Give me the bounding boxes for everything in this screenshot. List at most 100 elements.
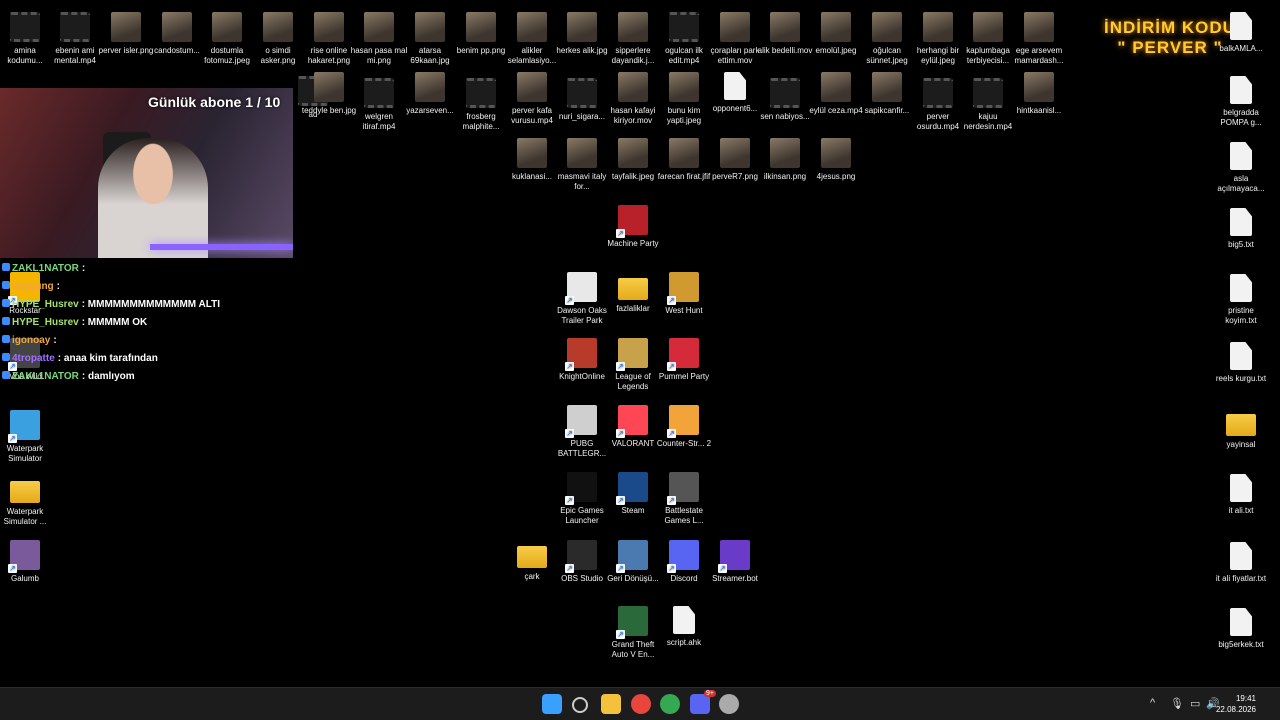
clock-time: 19:41	[1235, 694, 1256, 703]
app-shortcut-icon	[8, 540, 40, 573]
desktop-icon[interactable]: tayfalik.jpeg	[604, 138, 662, 182]
chrome-taskbar-icon[interactable]	[631, 694, 651, 714]
desktop-icon-label: nuri_sigara...	[558, 112, 606, 121]
folder-icon	[10, 481, 40, 503]
desktop-icon[interactable]: Streamer.bot	[706, 540, 764, 584]
taskbar-clock[interactable]: 19:41 22.08.2026	[1216, 693, 1256, 715]
start-taskbar-icon[interactable]	[542, 694, 562, 714]
app-shortcut-icon	[565, 472, 597, 505]
desktop-icon[interactable]: frosberg malphite...	[452, 78, 510, 132]
desktop-icon[interactable]: Waterpark Simulator ...	[0, 475, 54, 527]
desktop-icon[interactable]: nuri_sigara...	[553, 78, 611, 122]
text-file-icon	[1230, 274, 1252, 302]
image-thumbnail-icon	[517, 138, 547, 168]
desktop-icon[interactable]: ege arsevem mamardash...	[1010, 12, 1068, 66]
desktop-icon[interactable]: herkes alik.jpg	[553, 12, 611, 56]
desktop-icon[interactable]: kaplumbaga terbiyecisi...	[959, 12, 1017, 66]
desktop-icon[interactable]: yayinsal	[1212, 408, 1270, 450]
tray-chevron-icon[interactable]: ^	[1150, 697, 1155, 709]
desktop-icon[interactable]: eylül ceza.mp4	[807, 72, 865, 116]
chat-text: :	[56, 281, 61, 292]
chat-username: HYPE_Husrev	[12, 317, 79, 328]
desktop-icon[interactable]: big5erkek.txt	[1212, 608, 1270, 650]
desktop-icon[interactable]: big5.txt	[1212, 208, 1270, 250]
discord-taskbar-icon[interactable]: 9+	[690, 690, 716, 714]
desktop-icon[interactable]: 4jesus.png	[807, 138, 865, 182]
desktop-icon[interactable]: yazarseven...	[401, 72, 459, 116]
chat-username: 4tropatte	[12, 353, 55, 364]
desktop-icon[interactable]: Grand Theft Auto V En...	[604, 606, 662, 660]
desktop-icon-label: Waterpark Simulator	[6, 444, 44, 463]
desktop-icon[interactable]: PUBG BATTLEGR...	[553, 405, 611, 459]
desktop-icon[interactable]: dostumla fotomuz.jpeg	[198, 12, 256, 66]
desktop-icon-label: perver isler.png	[98, 46, 154, 55]
desktop-icon[interactable]: kajuu nerdesin.mp4	[959, 78, 1017, 132]
image-thumbnail-icon	[212, 12, 242, 42]
desktop-icon[interactable]: Machine Party	[604, 205, 662, 249]
desktop-icon[interactable]: hasan pasa mal mi.png	[350, 12, 408, 66]
desktop-icon[interactable]: benim pp.png	[452, 12, 510, 56]
desktop-icon[interactable]: Counter-Str... 2	[655, 405, 713, 449]
desktop-icon[interactable]: KnightOnline	[553, 338, 611, 382]
chrome-2-taskbar-icon[interactable]	[660, 694, 680, 714]
desktop-icon[interactable]: alik bedelli.mov	[756, 12, 814, 56]
desktop-icon[interactable]: sen nabiyos...	[756, 78, 814, 122]
desktop-icon-label: frosberg malphite...	[462, 112, 500, 131]
desktop-icon[interactable]: ebenin ami mental.mp4	[46, 12, 104, 66]
desktop-icon[interactable]: Steam	[604, 472, 662, 516]
desktop-icon[interactable]: masmavi italy for...	[553, 138, 611, 192]
desktop-icon[interactable]: sapikcanfir...	[858, 72, 916, 116]
desktop-icon-label: balkAMLA...	[1219, 44, 1263, 53]
desktop-icon[interactable]: asla açılmayaca...	[1212, 142, 1270, 194]
desktop-icon[interactable]: OBS Studio	[553, 540, 611, 584]
desktop-icon-label: welgren itiraf.mp4	[362, 112, 396, 131]
desktop-icon[interactable]: perver isler.png	[97, 12, 155, 56]
desktop-icon[interactable]: bunu kim yapti.jpeg	[655, 72, 713, 126]
desktop-icon[interactable]: emolül.jpeg	[807, 12, 865, 56]
desktop-icon[interactable]: hintkaanisl...	[1010, 72, 1068, 116]
desktop-icon[interactable]: atarsa 69kaan.jpg	[401, 12, 459, 66]
desktop-icon[interactable]: reels kurgu.txt	[1212, 342, 1270, 384]
desktop-icon[interactable]: oğulcan sünnet.jpeg	[858, 12, 916, 66]
video-file-icon	[923, 78, 953, 108]
desktop-icon[interactable]: Pummel Party	[655, 338, 713, 382]
network-icon[interactable]: ▭	[1190, 697, 1200, 710]
microphone-icon[interactable]: 🎙	[1170, 697, 1184, 710]
folder-icon	[618, 278, 648, 300]
desktop-icon[interactable]: Battlestate Games L...	[655, 472, 713, 526]
desktop-icon[interactable]: pristine koyim.txt	[1212, 274, 1270, 326]
image-thumbnail-icon	[923, 12, 953, 42]
desktop-icon[interactable]: o simdi asker.png	[249, 12, 307, 66]
desktop-icon[interactable]: VALORANT	[604, 405, 662, 449]
desktop-icon[interactable]: ogulcan ilk edit.mp4	[655, 12, 713, 66]
desktop-icon[interactable]: script.ahk	[655, 606, 713, 648]
explorer-taskbar-icon[interactable]	[601, 694, 621, 714]
text-file-icon	[1230, 542, 1252, 570]
desktop-icon[interactable]: Epic Games Launcher	[553, 472, 611, 526]
desktop-icon[interactable]: welgren itiraf.mp4	[350, 78, 408, 132]
desktop-icon[interactable]: it ali fiyatlar.txt	[1212, 542, 1270, 584]
desktop-icon[interactable]: Discord	[655, 540, 713, 584]
desktop-icon[interactable]: West Hunt	[655, 272, 713, 316]
desktop-icon[interactable]: it ali.txt	[1212, 474, 1270, 516]
desktop-icon[interactable]: ilkinsan.png	[756, 138, 814, 182]
desktop-icon[interactable]: Waterpark Simulator	[0, 410, 54, 464]
desktop-icon[interactable]: Dawson Oaks Trailer Park	[553, 272, 611, 326]
desktop-icon[interactable]: League of Legends	[604, 338, 662, 392]
search-taskbar-icon[interactable]	[572, 697, 588, 713]
chat-message: ZAKL1NATOR:	[2, 262, 302, 280]
desktop-icon[interactable]: sipperlere dayandik.j...	[604, 12, 662, 66]
desktop-icon[interactable]: belgradda POMPA g...	[1212, 76, 1270, 128]
desktop-icon[interactable]: hasan kafayi kiriyor.mov	[604, 72, 662, 126]
desktop-icon[interactable]: Geri Dönüşü...	[604, 540, 662, 584]
desktop-icon-label: sipperlere dayandik.j...	[611, 46, 655, 65]
desktop-icon[interactable]: balkAMLA...	[1212, 12, 1270, 54]
chat-text: :	[53, 335, 57, 346]
desktop-icon[interactable]: Galumb	[0, 540, 54, 584]
desktop-icon[interactable]: fazlaliklar	[604, 272, 662, 314]
desktop-icon-label: hasan kafayi kiriyor.mov	[610, 106, 656, 125]
obs-taskbar-icon[interactable]	[719, 694, 739, 714]
desktop-icon[interactable]: farecan firat.jfif	[655, 138, 713, 182]
video-file-icon	[567, 78, 597, 108]
image-thumbnail-icon	[314, 72, 344, 102]
